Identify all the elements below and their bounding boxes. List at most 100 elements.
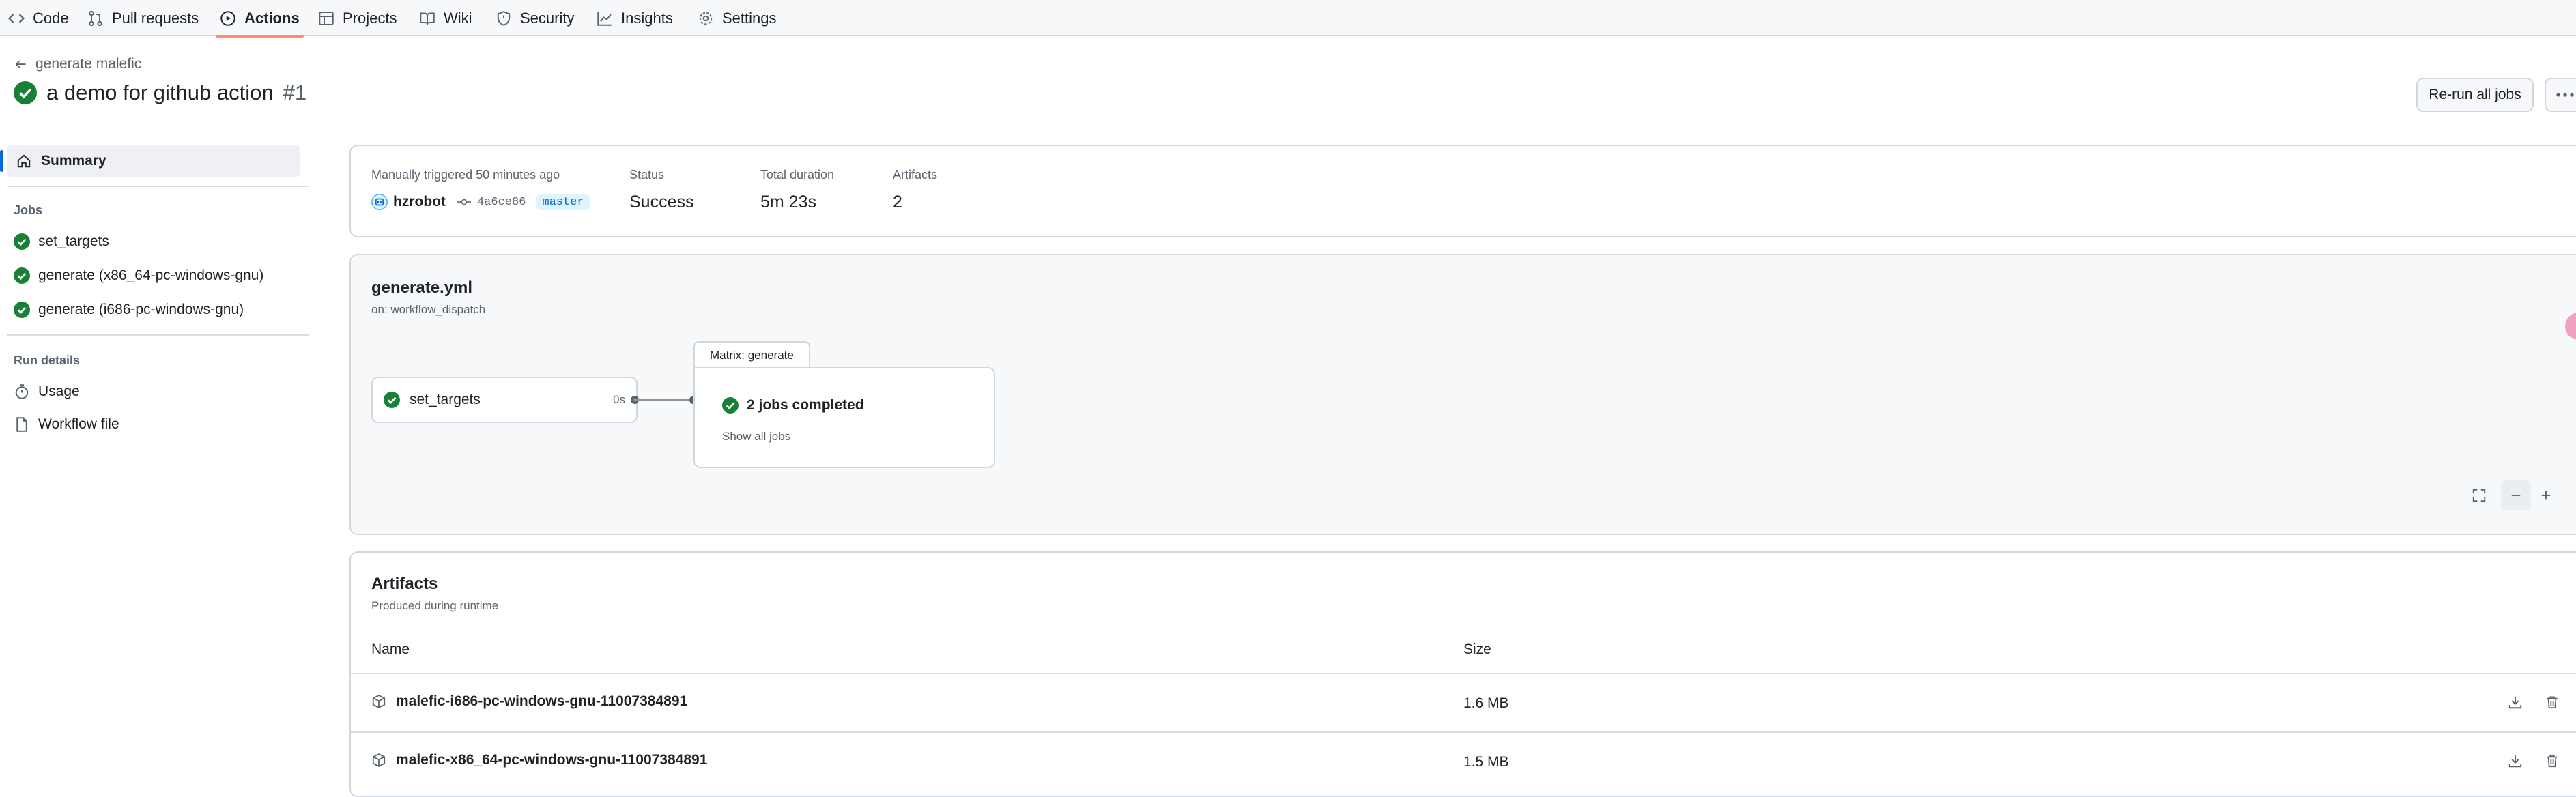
plus-icon [2539, 489, 2553, 502]
artifact-link[interactable]: malefic-i686-pc-windows-gnu-11007384891 [371, 693, 687, 710]
run-number: #1 [283, 81, 307, 104]
tab-label: Actions [244, 9, 300, 27]
table-row: malefic-x86_64-pc-windows-gnu-1100738489… [351, 733, 2576, 789]
repo-nav: Code Pull requests Actions Projects Wiki… [0, 0, 2576, 38]
trash-icon [2545, 753, 2560, 768]
table-row: malefic-i686-pc-windows-gnu-11007384891 … [351, 674, 2576, 730]
gear-icon [698, 10, 714, 27]
sidebar-item-workflow-file[interactable]: Workflow file [14, 416, 119, 433]
zoom-out-button[interactable] [2501, 480, 2531, 510]
run-title-text: a demo for github action [46, 81, 274, 104]
matrix-tab: Matrix: generate [693, 341, 810, 368]
status-value: Success [629, 192, 694, 212]
tab-projects[interactable]: Projects [318, 0, 397, 36]
pull-request-icon [87, 10, 104, 27]
arrow-left-icon [14, 57, 27, 71]
tab-settings[interactable]: Settings [698, 0, 777, 36]
artifact-size: 1.5 MB [1463, 754, 1509, 770]
download-button[interactable] [2505, 751, 2525, 771]
sidebar-item-label: generate (i686-pc-windows-gnu) [38, 302, 244, 317]
tab-label: Pull requests [112, 9, 199, 27]
actor-row: hzrobot 4a6ce86 master [371, 194, 590, 210]
sidebar-item-usage[interactable]: Usage [14, 383, 80, 400]
package-icon [371, 694, 386, 709]
sidebar-item-label: generate (x86_64-pc-windows-gnu) [38, 267, 264, 283]
download-icon [2508, 753, 2523, 768]
delete-button[interactable] [2542, 692, 2562, 712]
rerun-all-jobs-button[interactable]: Re-run all jobs [2416, 78, 2534, 112]
workflow-trigger: on: workflow_dispatch [371, 303, 486, 316]
page-title: a demo for github action #1 [14, 81, 306, 105]
tab-actions[interactable]: Actions [216, 0, 304, 38]
matrix-job-group[interactable]: 2 jobs completed Show all jobs [693, 367, 995, 468]
tab-label: Settings [722, 9, 777, 27]
table-icon [318, 10, 334, 27]
run-details-heading: Run details [14, 353, 81, 367]
graph-icon [597, 10, 613, 27]
play-circle-icon [220, 10, 236, 27]
sidebar-item-label: set_targets [38, 233, 109, 249]
fullscreen-icon [2472, 488, 2487, 503]
artifact-name: malefic-i686-pc-windows-gnu-11007384891 [396, 693, 688, 709]
tab-label: Security [520, 9, 575, 27]
divider [7, 186, 309, 187]
actor-link[interactable]: hzrobot [393, 194, 446, 210]
sidebar-item-job-set-targets[interactable]: set_targets [14, 233, 109, 250]
job-node-set-targets[interactable]: set_targets 0s [371, 377, 638, 423]
tab-label: Code [33, 9, 69, 27]
file-icon [14, 416, 30, 433]
stopwatch-icon [14, 383, 30, 400]
delete-button[interactable] [2542, 751, 2562, 771]
home-icon [16, 154, 31, 169]
artifact-name: malefic-x86_64-pc-windows-gnu-1100738489… [396, 752, 708, 768]
artifact-size: 1.6 MB [1463, 695, 1509, 711]
check-circle-icon [384, 392, 400, 408]
job-node-duration: 0s [613, 393, 625, 406]
show-all-jobs-link[interactable]: Show all jobs [722, 430, 790, 444]
back-to-workflow-link[interactable]: generate malefic [14, 56, 141, 72]
matrix-status-label: 2 jobs completed [747, 397, 864, 413]
tab-security[interactable]: Security [496, 0, 574, 36]
workflow-graph-card: generate.yml on: workflow_dispatch set_t… [349, 254, 2576, 535]
sidebar-item-label: Summary [41, 153, 106, 169]
artifact-link[interactable]: malefic-x86_64-pc-windows-gnu-1100738489… [371, 752, 707, 768]
commit-sha-link[interactable]: 4a6ce86 [477, 196, 526, 209]
more-options-button[interactable] [2545, 78, 2576, 112]
branch-badge[interactable]: master [536, 194, 590, 210]
back-link-label: generate malefic [35, 56, 142, 72]
artifacts-count-value: 2 [893, 192, 902, 212]
tab-label: Insights [621, 9, 673, 27]
check-circle-icon [14, 302, 30, 318]
git-commit-icon [457, 197, 472, 207]
artifacts-subtitle: Produced during runtime [371, 599, 499, 612]
avatar [371, 194, 388, 210]
download-button[interactable] [2505, 692, 2525, 712]
tab-insights[interactable]: Insights [597, 0, 673, 36]
divider [7, 334, 309, 336]
zoom-in-button[interactable] [2531, 480, 2561, 510]
sidebar-item-job-x86-64[interactable]: generate (x86_64-pc-windows-gnu) [14, 267, 263, 284]
sidebar-item-label: Workflow file [38, 416, 119, 432]
matrix-status: 2 jobs completed [722, 397, 864, 414]
kebab-horizontal-icon [2556, 91, 2575, 98]
trash-icon [2545, 695, 2560, 710]
duration-value: 5m 23s [760, 192, 816, 212]
shield-icon [496, 10, 512, 27]
column-header-size: Size [1463, 641, 1491, 657]
sidebar-item-label: Usage [38, 383, 80, 399]
jobs-heading: Jobs [14, 203, 43, 217]
tab-label: Projects [343, 9, 397, 27]
tab-wiki[interactable]: Wiki [419, 0, 472, 36]
check-circle-icon [14, 233, 30, 250]
artifacts-count-label: Artifacts [893, 168, 938, 182]
minus-icon [2509, 489, 2523, 502]
column-header-name: Name [371, 641, 410, 657]
package-icon [371, 753, 386, 768]
tab-pull-requests[interactable]: Pull requests [87, 0, 199, 36]
sidebar-item-job-i686[interactable]: generate (i686-pc-windows-gnu) [14, 302, 244, 318]
tab-code[interactable]: Code [8, 0, 69, 36]
fullscreen-button[interactable] [2464, 480, 2494, 510]
check-circle-icon [14, 267, 30, 284]
artifacts-card: Artifacts Produced during runtime Name S… [349, 551, 2576, 797]
sidebar-item-summary[interactable]: Summary [0, 145, 300, 177]
